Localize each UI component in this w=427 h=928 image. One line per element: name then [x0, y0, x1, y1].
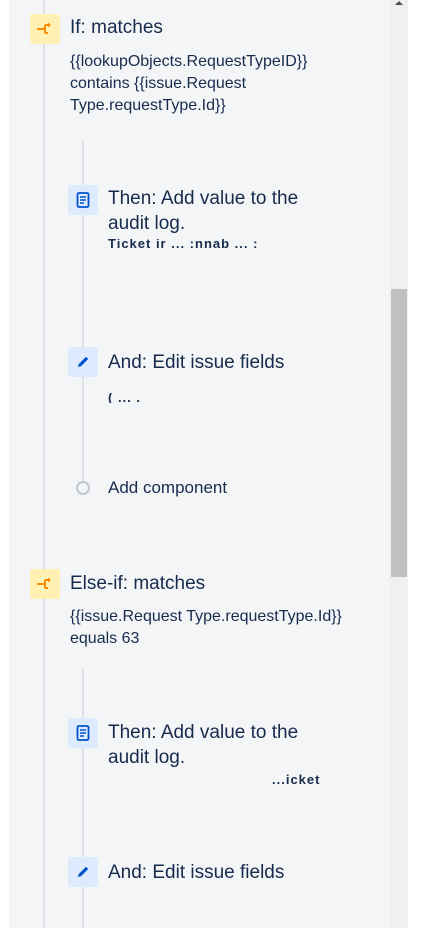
document-icon: [68, 185, 98, 215]
add-component-label: Add component: [108, 478, 228, 497]
add-component-dot: [76, 481, 90, 495]
then-audit-log-title: Then: Add value to the audit log.: [108, 188, 299, 234]
rule-flow-panel: [9, 0, 389, 928]
flow-connector-inner-2: [82, 668, 84, 928]
else-if-condition-expression: {{issue.Request Type.requestType.Id}} eq…: [70, 608, 342, 647]
scroll-up-arrow-icon[interactable]: [393, 0, 405, 10]
pencil-icon: [68, 857, 98, 887]
document-icon: [68, 718, 98, 748]
else-then-audit-log-title: Then: Add value to the audit log.: [108, 722, 299, 768]
and-edit-fields-detail: ( ... .: [108, 393, 141, 403]
else-then-audit-log-detail: ...icket: [272, 773, 321, 787]
window-edge: [0, 0, 9, 928]
flow-connector-outer: [43, 0, 45, 928]
then-audit-log-detail: Ticket ir ... :nnab ... :: [108, 239, 259, 249]
and-edit-fields-title: And: Edit issue fields: [108, 352, 285, 373]
if-condition-expression: {{lookupObjects.RequestTypeID}} contains…: [70, 53, 308, 114]
if-condition-title: If: matches: [70, 17, 163, 38]
branch-icon: [30, 569, 60, 599]
else-if-condition-title: Else-if: matches: [70, 573, 206, 594]
scrollbar-thumb[interactable]: [391, 289, 407, 577]
pencil-icon: [68, 347, 98, 377]
else-and-edit-fields-title: And: Edit issue fields: [108, 862, 285, 883]
branch-icon: [30, 14, 60, 44]
